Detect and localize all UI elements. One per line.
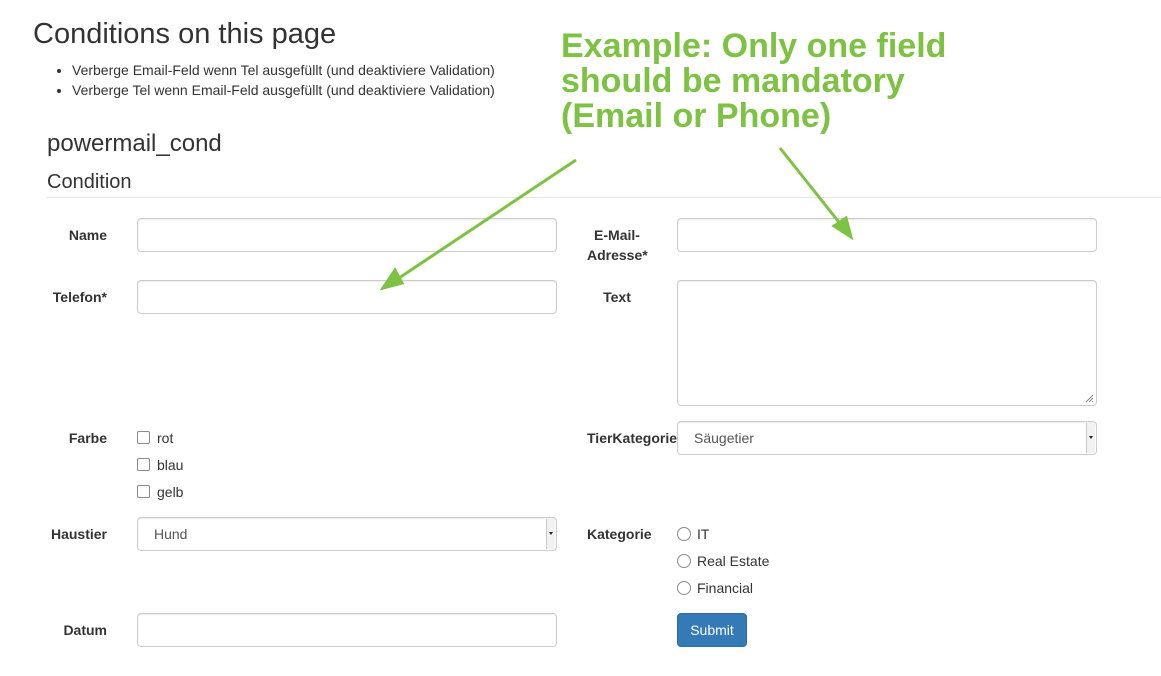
telefon-input[interactable]	[137, 280, 557, 314]
annotation-text: Example: Only one field should be mandat…	[561, 29, 1081, 134]
checkbox[interactable]	[137, 458, 150, 471]
radio-button[interactable]	[677, 581, 691, 595]
text-label: Text	[603, 289, 631, 305]
radio-button[interactable]	[677, 554, 691, 568]
checkbox-label: rot	[157, 430, 174, 446]
annotation-line: should be mandatory	[561, 62, 905, 100]
resize-grip-icon[interactable]	[1085, 394, 1094, 403]
form-title: powermail_cond	[47, 130, 222, 157]
name-label: Name	[68, 227, 107, 243]
checkbox-label: blau	[157, 457, 184, 473]
checkbox[interactable]	[137, 431, 150, 444]
email-input[interactable]	[677, 218, 1097, 252]
conditions-list: Verberge Email-Feld wenn Tel ausgefüllt …	[54, 60, 495, 100]
email-label-line1: E-Mail-	[594, 227, 640, 243]
radio-button[interactable]	[677, 527, 691, 541]
page-title: Conditions on this page	[33, 18, 337, 50]
farbe-label: Farbe	[68, 430, 107, 446]
datum-input[interactable]	[137, 613, 557, 647]
condition-item: Verberge Email-Feld wenn Tel ausgefüllt …	[72, 60, 495, 80]
condition-item: Verberge Tel wenn Email-Feld ausgefüllt …	[72, 80, 495, 100]
radio-label: IT	[697, 526, 710, 542]
haustier-select[interactable]: Hund	[137, 517, 557, 551]
name-input[interactable]	[137, 218, 557, 252]
datum-label: Datum	[63, 622, 107, 638]
checkbox-label: gelb	[157, 484, 184, 500]
chevron-down-icon[interactable]	[1086, 423, 1095, 453]
checkbox[interactable]	[137, 485, 150, 498]
kategorie-label: Kategorie	[587, 526, 652, 542]
text-textarea[interactable]	[677, 280, 1097, 406]
email-label-line2: Adresse*	[587, 247, 648, 263]
radio-label: Real Estate	[697, 553, 770, 569]
haustier-label: Haustier	[50, 526, 107, 542]
tierkategorie-label: TierKategorie	[587, 430, 677, 446]
radio-label: Financial	[697, 580, 754, 596]
tierkategorie-select[interactable]: Säugetier	[677, 421, 1097, 455]
annotation-line: Example: Only one field	[561, 27, 947, 65]
arrow-to-email	[778, 147, 844, 227]
chevron-down-icon[interactable]	[546, 519, 555, 549]
legend-divider	[47, 197, 1161, 198]
fieldset-legend: Condition	[47, 171, 132, 193]
annotation-line: (Email or Phone)	[561, 97, 832, 135]
haustier-selected-value: Hund	[154, 526, 188, 542]
email-label: E-Mail- Adresse*	[587, 225, 648, 265]
submit-button[interactable]: Submit	[677, 613, 747, 647]
tierkategorie-selected-value: Säugetier	[694, 430, 754, 446]
telefon-label: Telefon*	[52, 289, 107, 305]
